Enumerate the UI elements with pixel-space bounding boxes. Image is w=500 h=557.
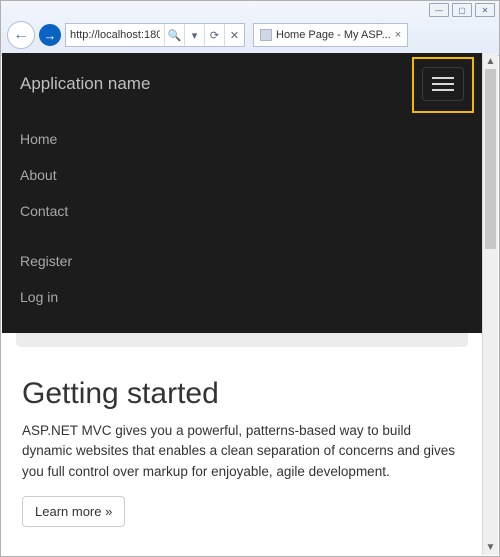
navbar-header: Application name	[20, 67, 464, 101]
scroll-thumb[interactable]	[485, 69, 496, 249]
favicon-icon	[260, 29, 272, 41]
forward-button[interactable]: →	[39, 24, 61, 46]
nav-item-register[interactable]: Register	[20, 243, 464, 279]
page-content: Application name Home About Contact Regi…	[2, 53, 482, 555]
jumbotron-bottom	[16, 333, 468, 347]
nav-item-contact[interactable]: Contact	[20, 193, 464, 229]
window-controls: — ▢ ✕	[1, 1, 499, 17]
scroll-down-icon[interactable]: ▼	[483, 539, 498, 555]
dropdown-icon[interactable]: ▾	[184, 24, 204, 46]
hamburger-button[interactable]	[422, 67, 464, 101]
address-bar: 🔍 ▾ ⟳ ✕	[65, 23, 245, 47]
nav-divider	[20, 229, 464, 243]
browser-toolbar: ← → 🔍 ▾ ⟳ ✕ Home Page - My ASP... ×	[1, 17, 499, 55]
url-input[interactable]	[66, 24, 164, 46]
search-icon[interactable]: 🔍	[164, 24, 184, 46]
nav-item-login[interactable]: Log in	[20, 279, 464, 315]
back-button[interactable]: ←	[7, 21, 35, 49]
nav-item-home[interactable]: Home	[20, 121, 464, 157]
auth-list: Register Log in	[20, 243, 464, 315]
learn-more-button[interactable]: Learn more »	[22, 496, 125, 527]
tab-close-icon[interactable]: ×	[395, 29, 401, 41]
vertical-scrollbar[interactable]: ▲ ▼	[482, 53, 498, 555]
brand-link[interactable]: Application name	[20, 74, 150, 94]
minimize-button[interactable]: —	[429, 3, 449, 17]
tab-title: Home Page - My ASP...	[276, 29, 391, 41]
refresh-icon[interactable]: ⟳	[204, 24, 224, 46]
maximize-button[interactable]: ▢	[452, 3, 472, 17]
browser-tab[interactable]: Home Page - My ASP... ×	[253, 23, 408, 47]
scroll-up-icon[interactable]: ▲	[483, 53, 498, 69]
section-paragraph: ASP.NET MVC gives you a powerful, patter…	[22, 421, 462, 482]
hamburger-bar-icon	[432, 83, 454, 85]
nav-list: Home About Contact	[20, 121, 464, 229]
hamburger-wrap	[422, 67, 464, 101]
viewport: Application name Home About Contact Regi…	[2, 53, 498, 555]
tab-strip: Home Page - My ASP... ×	[253, 23, 408, 47]
hamburger-bar-icon	[432, 89, 454, 91]
nav-item-about[interactable]: About	[20, 157, 464, 193]
stop-icon[interactable]: ✕	[224, 24, 244, 46]
navbar: Application name Home About Contact Regi…	[2, 53, 482, 333]
hamburger-bar-icon	[432, 77, 454, 79]
close-window-button[interactable]: ✕	[475, 3, 495, 17]
section-heading: Getting started	[22, 377, 462, 411]
browser-chrome: — ▢ ✕ ← → 🔍 ▾ ⟳ ✕ Home Page - My ASP... …	[1, 1, 499, 56]
content-section: Getting started ASP.NET MVC gives you a …	[2, 347, 482, 527]
